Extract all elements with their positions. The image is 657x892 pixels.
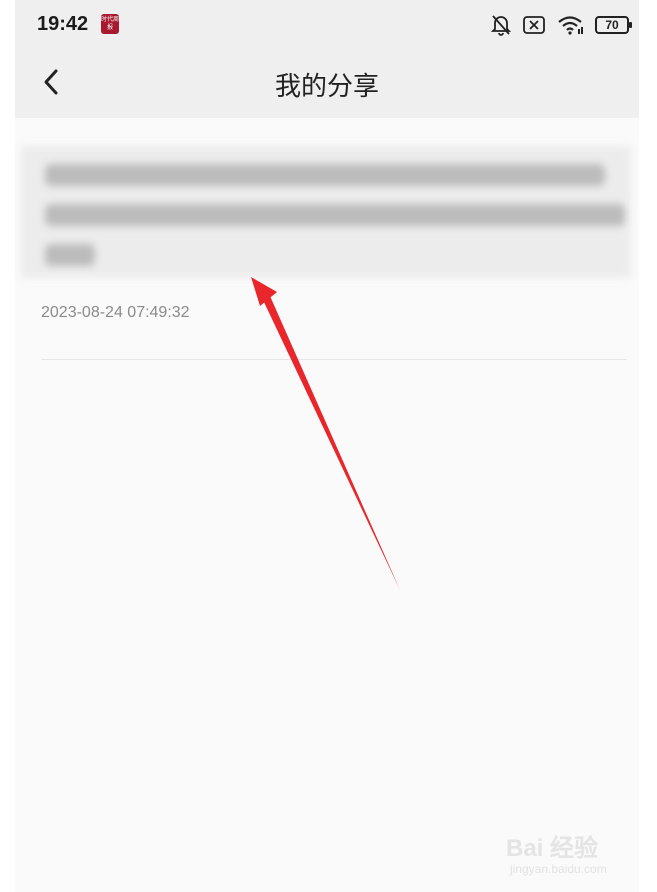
share-item[interactable]: 2023-08-24 07:49:32	[15, 118, 639, 360]
app-badge-icon: 时代周报	[101, 14, 119, 34]
app-badge-text: 时代周报	[101, 17, 120, 31]
status-time: 19:42	[37, 13, 89, 35]
nav-bar: 我的分享	[15, 52, 639, 118]
app-frame: 19:42 时代周报 70 我的分享 2023-08-24 07:49:32 B…	[15, 0, 639, 892]
page-title: 我的分享	[274, 71, 379, 101]
notifications-off-icon	[491, 15, 511, 36]
status-icons: 70	[491, 12, 632, 38]
watermark-site: jingyan.baidu.com	[510, 862, 607, 876]
status-bar: 19:42 时代周报 70	[15, 0, 639, 52]
blurred-share-content	[21, 146, 631, 278]
watermark-logo: Bai 经验	[506, 835, 599, 862]
share-list: 2023-08-24 07:49:32 Bai 经验 jingyan.baidu…	[15, 118, 639, 892]
sim-x-icon	[523, 16, 545, 34]
wifi-icon	[558, 16, 583, 35]
share-date: 2023-08-24 07:49:32	[41, 304, 190, 321]
battery-level: 70	[605, 18, 619, 32]
divider	[41, 359, 627, 360]
battery-icon: 70	[595, 16, 632, 34]
